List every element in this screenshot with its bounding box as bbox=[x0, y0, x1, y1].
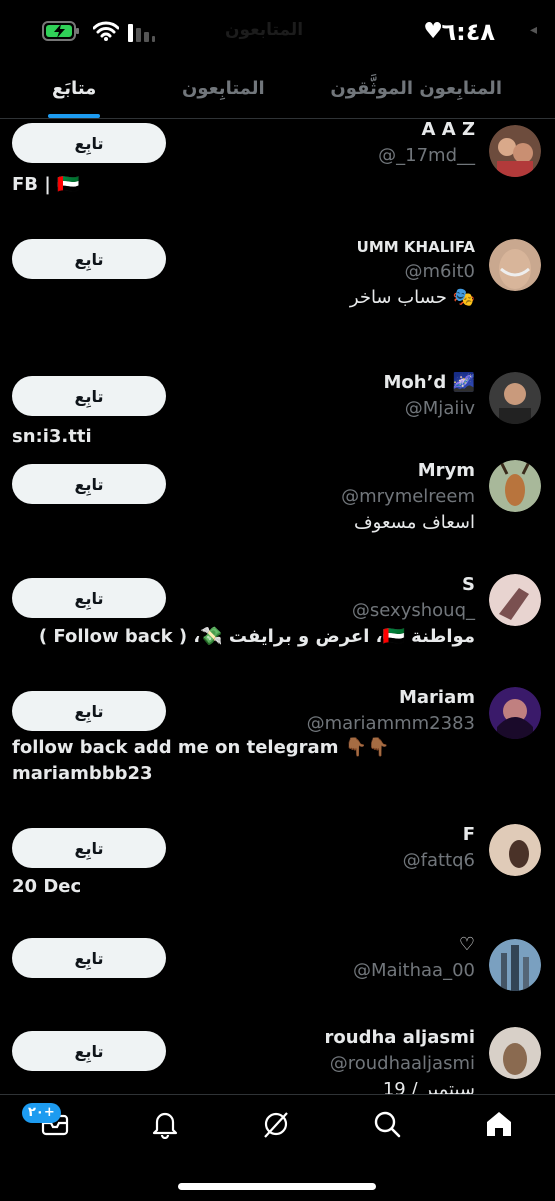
account-handle: @_17md__ bbox=[378, 145, 475, 166]
list-item[interactable]: Mrym @mrymelreem اسعاف مسعوف تابِع bbox=[0, 460, 555, 570]
followers-tabs: المتابِعون الموثَّقون المتابِعون متابَع bbox=[0, 62, 555, 119]
tab-followers[interactable]: المتابِعون bbox=[182, 78, 265, 99]
account-handle: @mariammm2383 bbox=[306, 713, 475, 734]
follow-button[interactable]: تابِع bbox=[12, 691, 166, 731]
list-item[interactable]: ♡ @Maithaa_00 تابِع bbox=[0, 934, 555, 1029]
tab-following[interactable]: متابَع bbox=[52, 78, 96, 99]
account-bio-arabic: 🎭 حساب ساخر bbox=[349, 287, 475, 308]
follow-button[interactable]: تابِع bbox=[12, 239, 166, 279]
follow-button[interactable]: تابِع bbox=[12, 123, 166, 163]
heart-icon: ♥ bbox=[423, 19, 443, 44]
signal-icon bbox=[128, 24, 155, 42]
account-bio-arabic: مواطنة 🇦🇪، اعرض و برايفت 💸، ( Follow bac… bbox=[38, 626, 475, 647]
grok-icon[interactable] bbox=[261, 1109, 291, 1139]
list-item[interactable]: Moh’d 🌌 @Mjaiiv تابِع bbox=[0, 372, 555, 462]
account-name: F bbox=[462, 824, 475, 845]
notifications-icon[interactable] bbox=[150, 1109, 180, 1139]
follow-button[interactable]: تابِع bbox=[12, 464, 166, 504]
bottom-nav: ٢٠+ bbox=[0, 1094, 555, 1201]
list-item[interactable]: Mariam @mariammm2383 تابِع follow back a… bbox=[0, 687, 555, 807]
battery-charging-icon bbox=[42, 21, 79, 41]
avatar[interactable] bbox=[489, 824, 541, 876]
avatar[interactable] bbox=[489, 239, 541, 291]
follow-button[interactable]: تابِع bbox=[12, 938, 166, 978]
home-indicator bbox=[178, 1183, 376, 1190]
status-title: المتابعون bbox=[225, 20, 304, 40]
account-handle: @Mjaiiv bbox=[404, 398, 475, 419]
list-item[interactable]: roudha aljasmi @roudhaaljasmi سبتمبر / 1… bbox=[0, 1027, 555, 1094]
account-name: S bbox=[462, 574, 475, 595]
account-name: Moh’d 🌌 bbox=[383, 372, 476, 393]
account-handle: @mrymelreem bbox=[341, 486, 475, 507]
account-name: Mrym bbox=[417, 460, 475, 481]
message-badge: ٢٠+ bbox=[22, 1103, 61, 1123]
tab-verified-followers[interactable]: المتابِعون الموثَّقون bbox=[330, 78, 502, 99]
active-tab-indicator bbox=[48, 114, 100, 118]
account-name: ♡ bbox=[458, 934, 475, 955]
avatar[interactable] bbox=[489, 372, 541, 424]
follow-button[interactable]: تابِع bbox=[12, 828, 166, 868]
account-name: A A Z bbox=[421, 119, 475, 140]
list-item[interactable]: A A Z @_17md__ تابِع FB | 🇦🇪 bbox=[0, 119, 555, 207]
account-handle: @m6it0 bbox=[404, 261, 476, 282]
account-handle: @Maithaa_00 bbox=[353, 960, 475, 981]
follow-button[interactable]: تابِع bbox=[12, 1031, 166, 1071]
avatar[interactable] bbox=[489, 1027, 541, 1079]
arrow-icon: ◂ bbox=[529, 22, 537, 38]
list-item[interactable]: UMM KHALIFA @m6it0 🎭 حساب ساخر تابِع sn:… bbox=[0, 235, 555, 447]
account-bio: FB | 🇦🇪 bbox=[12, 174, 80, 195]
avatar[interactable] bbox=[489, 125, 541, 177]
account-name: UMM KHALIFA bbox=[356, 238, 475, 256]
account-name: Mariam bbox=[398, 687, 475, 708]
follow-button[interactable]: تابِع bbox=[12, 376, 166, 416]
following-list: A A Z @_17md__ تابِع FB | 🇦🇪 UMM KHALIFA… bbox=[0, 119, 555, 1094]
account-name: roudha aljasmi bbox=[324, 1027, 475, 1048]
account-handle: @fattq6 bbox=[402, 850, 475, 871]
home-icon[interactable] bbox=[484, 1109, 514, 1139]
follow-button[interactable]: تابِع bbox=[12, 578, 166, 618]
clock: ٦:٤٨ bbox=[441, 18, 495, 46]
account-bio-arabic: سبتمبر / 19 bbox=[382, 1079, 475, 1094]
avatar[interactable] bbox=[489, 574, 541, 626]
account-bio-arabic: اسعاف مسعوف bbox=[354, 512, 475, 533]
wifi-icon bbox=[93, 21, 119, 41]
avatar[interactable] bbox=[489, 687, 541, 739]
avatar[interactable] bbox=[489, 460, 541, 512]
account-bio: 20 Dec bbox=[12, 876, 82, 897]
status-bar: المتابعون ♥ ٦:٤٨ ◂ bbox=[0, 0, 555, 62]
account-handle: @roudhaaljasmi bbox=[329, 1053, 475, 1074]
search-icon[interactable] bbox=[372, 1109, 402, 1139]
list-item[interactable]: S @sexyshouq_ مواطنة 🇦🇪، اعرض و برايفت 💸… bbox=[0, 574, 555, 684]
account-handle: @sexyshouq_ bbox=[351, 600, 475, 621]
list-item[interactable]: F @fattq6 تابِع 20 Dec bbox=[0, 824, 555, 914]
avatar[interactable] bbox=[489, 939, 541, 991]
account-bio: follow back add me on telegram 👇🏾👇🏾 mari… bbox=[12, 737, 390, 784]
